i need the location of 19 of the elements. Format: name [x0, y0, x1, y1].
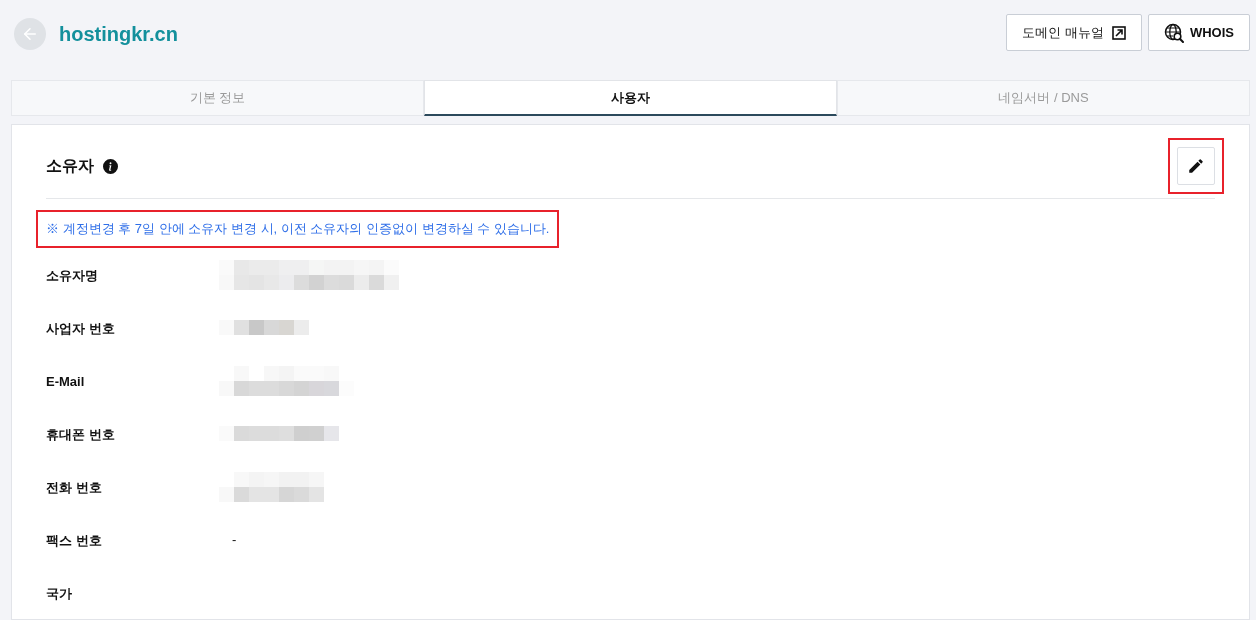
pencil-icon — [1187, 157, 1205, 175]
notice-text: ※ 계정변경 후 7일 안에 소유자 변경 시, 이전 소유자의 인증없이 변경하실 수 있습니다. — [36, 210, 560, 248]
external-link-icon — [1111, 25, 1126, 40]
manual-button[interactable]: 도메인 매뉴얼 — [1006, 14, 1142, 51]
field-value: - — [232, 530, 237, 549]
whois-button[interactable]: WHOIS — [1147, 14, 1250, 51]
field-label: 전화 번호 — [46, 479, 102, 495]
field-label: 소유자명 — [46, 267, 98, 283]
globe-search-icon — [1163, 22, 1184, 43]
field-label: 국가 — [46, 585, 72, 601]
tab[interactable]: 사용자 — [424, 80, 837, 116]
field-label: 휴대폰 번호 — [46, 426, 115, 442]
field-label: 팩스 번호 — [46, 532, 102, 548]
field-label: E-Mail — [46, 373, 85, 389]
section-title: 소유자 — [46, 156, 94, 176]
domain-title: hostingkr.cn — [59, 21, 178, 47]
edit-button[interactable] — [1177, 147, 1215, 185]
field-label: 사업자 번호 — [46, 320, 115, 336]
info-icon — [103, 158, 118, 174]
